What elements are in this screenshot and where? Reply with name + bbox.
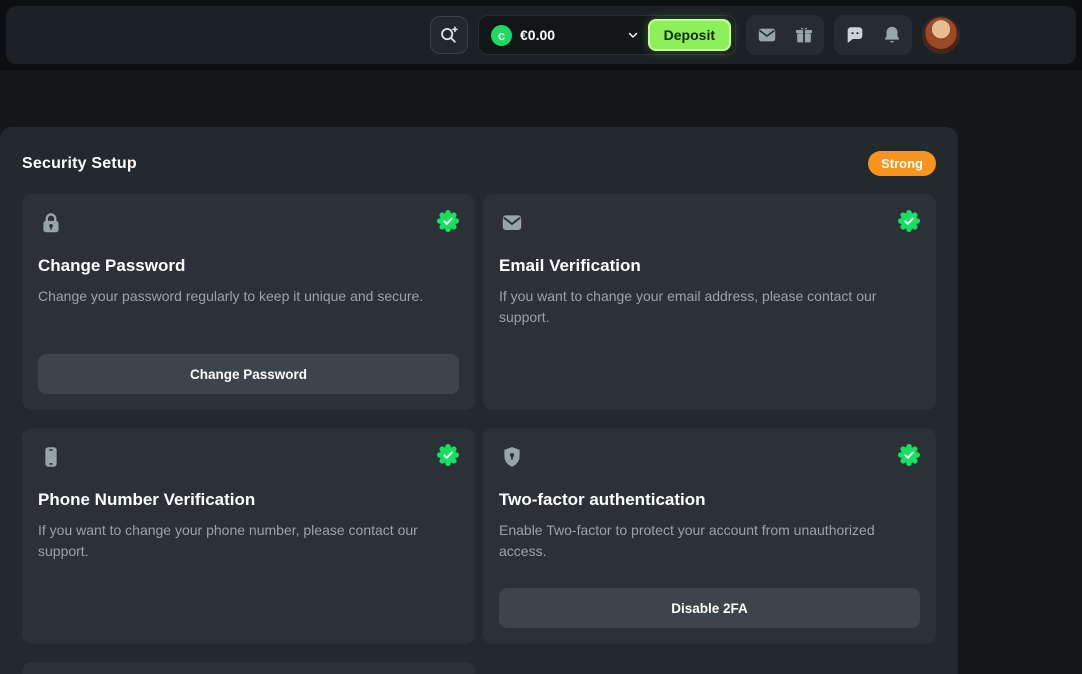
notifications-button[interactable] [874,18,909,52]
phone-icon [38,444,64,470]
card-title: Two-factor authentication [499,490,920,510]
top-bar-background: c €0.00 Deposit [0,0,1082,70]
chat-icon [844,24,866,46]
card-top-row [38,210,459,236]
card-title: Email Verification [499,256,920,276]
wallet-selector[interactable]: c €0.00 Deposit [478,15,736,55]
security-card-change-password: Change Password Change your password reg… [22,194,475,410]
panel-header: Security Setup Strong [22,151,936,176]
card-description: If you want to change your email address… [499,286,920,328]
wallet-balance: €0.00 [520,27,555,43]
change-password-button[interactable]: Change Password [38,354,459,394]
disable-2fa-button[interactable]: Disable 2FA [499,588,920,628]
gift-button[interactable] [786,18,821,52]
gift-icon [793,24,815,46]
top-bar: c €0.00 Deposit [6,6,1076,64]
card-description: If you want to change your phone number,… [38,520,459,562]
verified-check-icon [898,210,920,232]
search-button[interactable] [430,16,468,54]
verified-check-icon [437,210,459,232]
lock-icon [38,210,64,236]
verified-check-icon [437,444,459,466]
chat-button[interactable] [837,18,872,52]
deposit-button[interactable]: Deposit [648,19,731,51]
card-title: Phone Number Verification [38,490,459,510]
page: c €0.00 Deposit [0,0,1082,674]
coin-icon: c [491,25,512,46]
card-description: Enable Two-factor to protect your accoun… [499,520,920,562]
security-cards-grid: Change Password Change your password reg… [22,194,936,644]
security-card-two-factor: Two-factor authentication Enable Two-fac… [483,428,936,644]
verified-check-icon [898,444,920,466]
chat-bell-group [834,15,912,55]
card-title: Change Password [38,256,459,276]
card-top-row [499,210,920,236]
security-card-email-verification: Email Verification If you want to change… [483,194,936,410]
password-strength-badge: Strong [868,151,936,176]
mail-icon [756,24,778,46]
chevron-down-icon[interactable] [626,28,640,42]
user-avatar[interactable] [922,16,960,54]
bell-icon [881,24,903,46]
page-title: Security Setup [22,155,137,173]
search-plus-icon [438,24,460,46]
card-top-row [499,444,920,470]
partial-next-card [22,662,475,674]
mail-gift-group [746,15,824,55]
mail-button[interactable] [749,18,784,52]
card-description: Change your password regularly to keep i… [38,286,459,307]
security-panel: Security Setup Strong [0,127,958,674]
card-top-row [38,444,459,470]
security-card-phone-verification: Phone Number Verification If you want to… [22,428,475,644]
envelope-icon [499,210,525,236]
shield-lock-icon [499,444,525,470]
